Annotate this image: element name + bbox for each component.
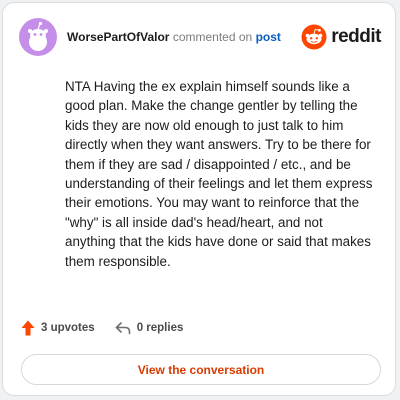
post-link[interactable]: post [256, 30, 281, 44]
view-conversation-button[interactable]: View the conversation [21, 354, 381, 385]
snoo-avatar-icon [28, 21, 48, 51]
upvote-arrow-icon [21, 320, 35, 336]
reddit-logo[interactable]: reddit [301, 24, 381, 50]
reply-arrow-icon [115, 322, 130, 335]
comment-card: WorsePartOfValor commented on post reddi… [2, 2, 396, 396]
upvotes-count: 3 upvotes [41, 322, 95, 334]
comment-body: NTA Having the ex explain himself sounds… [65, 79, 373, 269]
replies-stat[interactable]: 0 replies [115, 321, 184, 335]
brand-name: reddit [331, 26, 381, 47]
comment-stats: 3 upvotes 0 replies [21, 320, 183, 336]
byline: WorsePartOfValor commented on post [67, 30, 281, 44]
comment-header: WorsePartOfValor commented on post reddi… [19, 17, 381, 57]
avatar[interactable] [19, 18, 57, 56]
username-link[interactable]: WorsePartOfValor [67, 30, 169, 44]
reddit-snoo-icon [301, 24, 327, 50]
replies-count: 0 replies [136, 322, 184, 334]
upvotes-stat[interactable]: 3 upvotes [21, 320, 95, 336]
action-text: commented on [172, 30, 253, 44]
